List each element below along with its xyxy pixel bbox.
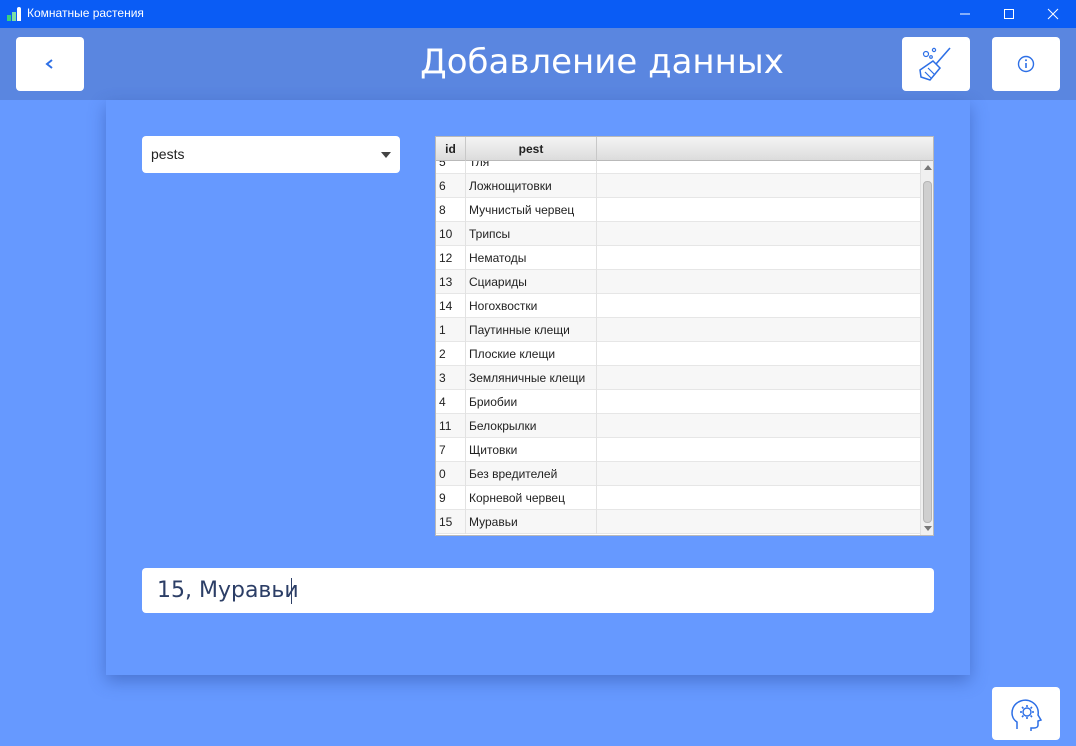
- cell-id: 8: [436, 198, 466, 222]
- table-row[interactable]: 11 Белокрылки: [436, 414, 920, 438]
- cell-pest: Мучнистый червец: [466, 198, 597, 222]
- cell-id: 3: [436, 366, 466, 390]
- cell-pest: Бриобии: [466, 390, 597, 414]
- table-row[interactable]: 7 Щитовки: [436, 438, 920, 462]
- table-row[interactable]: 15 Муравьи: [436, 510, 920, 534]
- column-header-id[interactable]: id: [436, 137, 466, 161]
- vertical-scrollbar[interactable]: [920, 161, 933, 535]
- chevron-left-icon: [45, 59, 53, 69]
- maximize-button[interactable]: [986, 0, 1032, 28]
- cell-pest: Без вредителей: [466, 462, 597, 486]
- back-button[interactable]: [16, 37, 84, 91]
- scroll-up-icon[interactable]: [924, 165, 932, 170]
- table-rows: 5 Тля 6 Ложнощитовки 8 Мучнистый червец 10 Трип…: [436, 161, 920, 534]
- table-row[interactable]: 13 Сциариды: [436, 270, 920, 294]
- cell-pest: Паутинные клещи: [466, 318, 597, 342]
- table-row[interactable]: 1 Паутинные клещи: [436, 318, 920, 342]
- table-row[interactable]: 12 Нематоды: [436, 246, 920, 270]
- table-row[interactable]: 4 Бриобии: [436, 390, 920, 414]
- chevron-down-icon: [381, 152, 391, 158]
- table-select[interactable]: pests: [142, 136, 400, 173]
- cell-id: 12: [436, 246, 466, 270]
- minimize-button[interactable]: [942, 0, 988, 28]
- table-header: id pest: [436, 137, 933, 161]
- cell-id: 14: [436, 294, 466, 318]
- table-row[interactable]: 0 Без вредителей: [436, 462, 920, 486]
- data-table[interactable]: id pest 5 Тля 6 Ложнощитовки 8 Мучнистый черв…: [435, 136, 934, 536]
- cell-id: 5: [436, 161, 466, 174]
- table-select-value: pests: [151, 146, 185, 162]
- minimize-icon: [960, 13, 970, 15]
- table-row[interactable]: 14 Ногохвостки: [436, 294, 920, 318]
- close-button[interactable]: [1030, 0, 1076, 28]
- cell-id: 10: [436, 222, 466, 246]
- info-button[interactable]: [992, 37, 1060, 91]
- cell-id: 9: [436, 486, 466, 510]
- table-row[interactable]: 3 Земляничные клещи: [436, 366, 920, 390]
- cell-pest: Нематоды: [466, 246, 597, 270]
- cell-pest: Ложнощитовки: [466, 174, 597, 198]
- cell-id: 2: [436, 342, 466, 366]
- text-caret: [291, 578, 292, 604]
- broom-icon: [919, 47, 951, 81]
- cell-id: 7: [436, 438, 466, 462]
- cell-pest: Тля: [466, 161, 597, 174]
- maximize-icon: [1004, 9, 1014, 19]
- column-header-pest[interactable]: pest: [466, 137, 597, 161]
- cell-pest: Земляничные клещи: [466, 366, 597, 390]
- cell-pest: Плоские клещи: [466, 342, 597, 366]
- head-gear-icon: [1011, 699, 1043, 731]
- table-row[interactable]: 10 Трипсы: [436, 222, 920, 246]
- window-titlebar: Комнатные растения: [0, 0, 1076, 28]
- scrollbar-thumb[interactable]: [923, 181, 932, 523]
- cell-id: 0: [436, 462, 466, 486]
- table-row[interactable]: 2 Плоские клещи: [436, 342, 920, 366]
- cell-id: 13: [436, 270, 466, 294]
- table-row[interactable]: 8 Мучнистый червец: [436, 198, 920, 222]
- scroll-down-icon[interactable]: [924, 526, 932, 531]
- table-row[interactable]: 9 Корневой червец: [436, 486, 920, 510]
- settings-button[interactable]: [992, 687, 1060, 740]
- cell-pest: Трипсы: [466, 222, 597, 246]
- info-icon: [1017, 55, 1035, 73]
- table-body: 5 Тля 6 Ложнощитовки 8 Мучнистый червец 10 Трип…: [436, 161, 920, 535]
- cell-id: 4: [436, 390, 466, 414]
- window-title: Комнатные растения: [27, 6, 144, 20]
- clear-button[interactable]: [902, 37, 970, 91]
- plant-app-icon: [7, 7, 21, 21]
- page-title: Добавление данных: [420, 42, 784, 82]
- table-row[interactable]: 6 Ложнощитовки: [436, 174, 920, 198]
- cell-id: 11: [436, 414, 466, 438]
- cell-pest: Ногохвостки: [466, 294, 597, 318]
- table-row[interactable]: 5 Тля: [436, 161, 920, 174]
- close-icon: [1047, 8, 1059, 20]
- cell-pest: Корневой червец: [466, 486, 597, 510]
- cell-id: 6: [436, 174, 466, 198]
- cell-pest: Муравьи: [466, 510, 597, 534]
- cell-pest: Белокрылки: [466, 414, 597, 438]
- cell-pest: Сциариды: [466, 270, 597, 294]
- cell-id: 15: [436, 510, 466, 534]
- record-input[interactable]: [142, 568, 934, 613]
- cell-id: 1: [436, 318, 466, 342]
- cell-pest: Щитовки: [466, 438, 597, 462]
